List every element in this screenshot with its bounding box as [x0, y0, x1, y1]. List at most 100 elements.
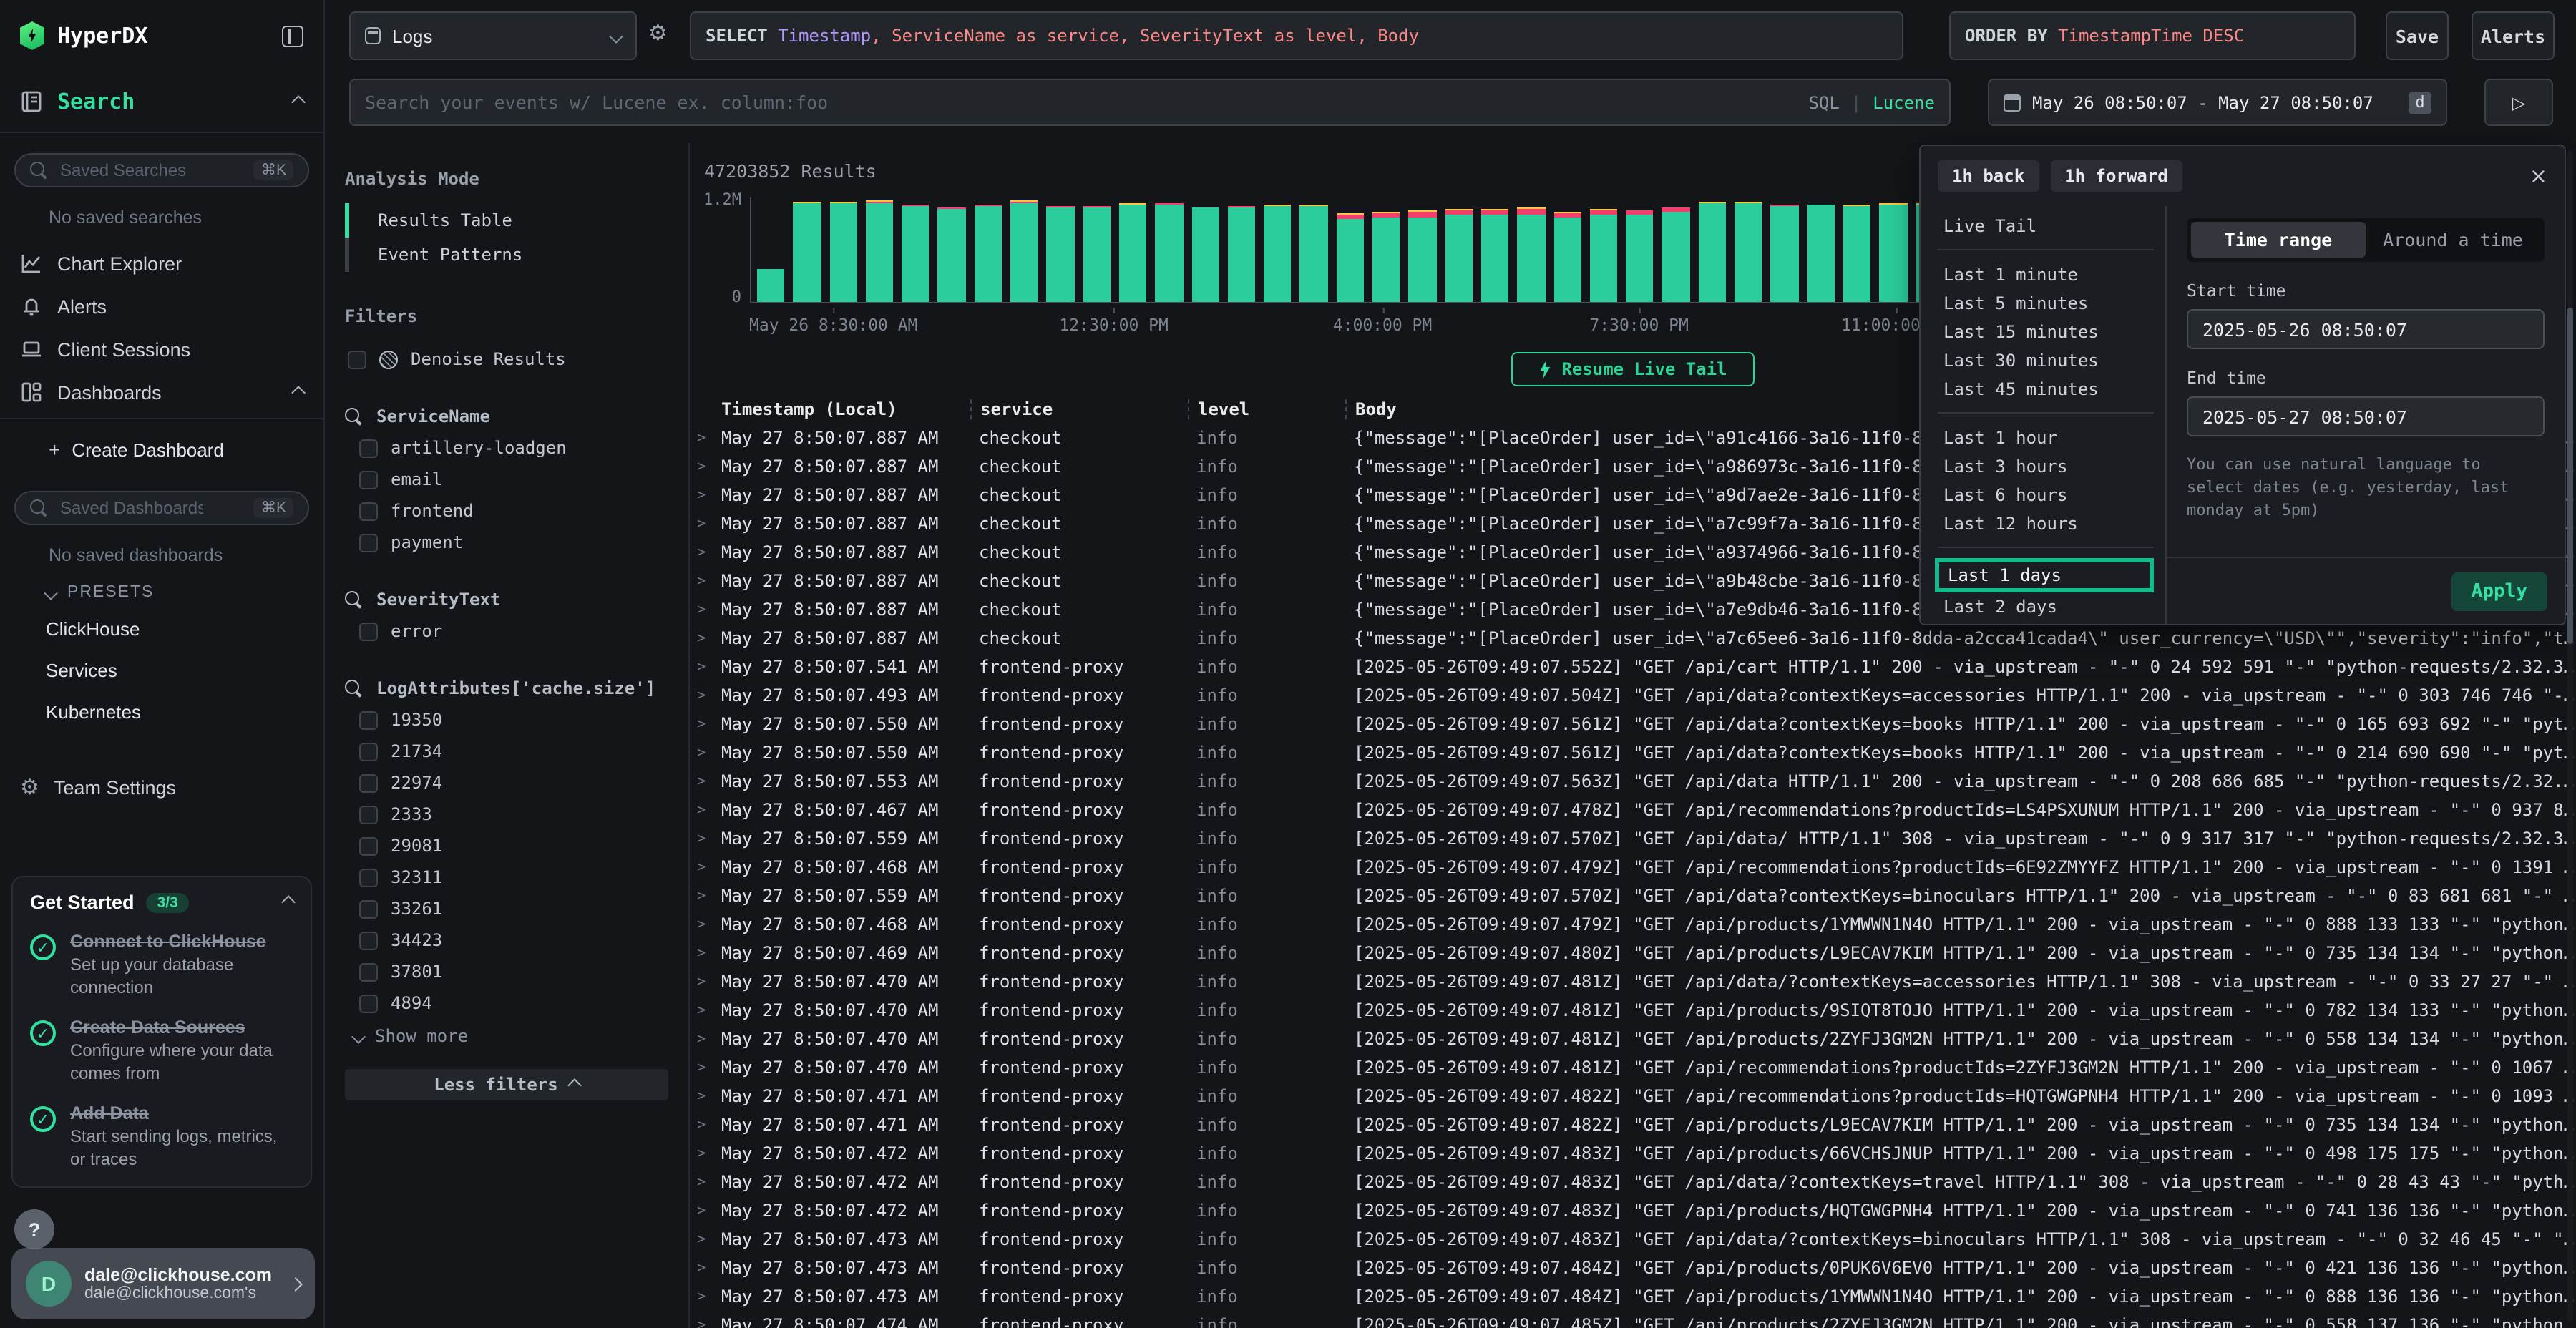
- presets-toggle[interactable]: PRESETS: [0, 571, 323, 608]
- expand-row-icon[interactable]: >: [690, 602, 713, 617]
- mode-results-table[interactable]: Results Table: [345, 203, 668, 238]
- filter-value[interactable]: 22974: [345, 767, 668, 799]
- expand-row-icon[interactable]: >: [690, 745, 713, 761]
- table-row[interactable]: > May 27 8:50:07.471 AM frontend-proxy i…: [690, 1110, 2576, 1139]
- expand-row-icon[interactable]: >: [690, 1317, 713, 1328]
- table-row[interactable]: > May 27 8:50:07.473 AM frontend-proxy i…: [690, 1254, 2576, 1282]
- expand-row-icon[interactable]: >: [690, 1060, 713, 1075]
- collapse-sidebar-icon[interactable]: [282, 25, 303, 47]
- show-more-button[interactable]: Show more: [345, 1019, 668, 1046]
- time-option[interactable]: Last 12 hours: [1938, 509, 2154, 548]
- histogram-bar[interactable]: [866, 197, 894, 302]
- chevron-up-icon[interactable]: [281, 895, 296, 909]
- alerts-button[interactable]: Alerts: [2472, 11, 2555, 60]
- checkbox-icon[interactable]: [359, 742, 378, 761]
- checkbox-icon[interactable]: [359, 711, 378, 729]
- expand-row-icon[interactable]: >: [690, 630, 713, 646]
- time-option[interactable]: Last 1 days: [1935, 558, 2154, 592]
- histogram-bar[interactable]: [902, 197, 930, 302]
- expand-row-icon[interactable]: >: [690, 459, 713, 474]
- filter-value[interactable]: email: [345, 464, 668, 495]
- histogram-bar[interactable]: [1879, 197, 1907, 302]
- col-level[interactable]: level: [1188, 399, 1345, 419]
- filter-value[interactable]: 32311: [345, 861, 668, 893]
- checkbox-icon[interactable]: [359, 899, 378, 918]
- filter-value[interactable]: 4894: [345, 987, 668, 1019]
- histogram-bar[interactable]: [975, 197, 1002, 302]
- table-row[interactable]: > May 27 8:50:07.887 AM checkout info {"…: [690, 624, 2576, 653]
- histogram-bar[interactable]: [1771, 197, 1799, 302]
- run-query-button[interactable]: ▷: [2484, 79, 2553, 126]
- table-row[interactable]: > May 27 8:50:07.553 AM frontend-proxy i…: [690, 767, 2576, 796]
- saved-searches-field[interactable]: [60, 160, 203, 180]
- histogram-plot[interactable]: [750, 197, 1943, 303]
- filter-value[interactable]: 34423: [345, 924, 668, 956]
- expand-row-icon[interactable]: >: [690, 859, 713, 875]
- table-row[interactable]: > May 27 8:50:07.559 AM frontend-proxy i…: [690, 824, 2576, 853]
- expand-row-icon[interactable]: >: [690, 1146, 713, 1161]
- checkbox-icon[interactable]: [359, 962, 378, 981]
- histogram-bar[interactable]: [1047, 197, 1075, 302]
- filter-value[interactable]: 37801: [345, 956, 668, 987]
- time-option[interactable]: Last 6 hours: [1938, 481, 2154, 509]
- chevron-up-icon[interactable]: [291, 94, 306, 109]
- filter-value[interactable]: 33261: [345, 893, 668, 924]
- tab-around-a-time[interactable]: Around a time: [2366, 222, 2540, 258]
- histogram-bar[interactable]: [1156, 197, 1184, 302]
- start-time-input[interactable]: 2025-05-26 08:50:07: [2187, 309, 2545, 349]
- event-search-bar[interactable]: SQL | Lucene: [349, 79, 1951, 126]
- table-row[interactable]: > May 27 8:50:07.472 AM frontend-proxy i…: [690, 1139, 2576, 1168]
- source-selector[interactable]: Logs: [349, 11, 637, 60]
- sidebar-item-search[interactable]: Search: [0, 72, 323, 133]
- histogram-bar[interactable]: [1626, 197, 1654, 302]
- expand-row-icon[interactable]: >: [690, 1260, 713, 1276]
- histogram-bar[interactable]: [1481, 197, 1509, 302]
- saved-searches-input[interactable]: ⌘K: [14, 153, 309, 187]
- expand-row-icon[interactable]: >: [690, 974, 713, 990]
- sidebar-item-client-sessions[interactable]: Client Sessions: [0, 328, 323, 371]
- table-row[interactable]: > May 27 8:50:07.469 AM frontend-proxy i…: [690, 939, 2576, 967]
- histogram-bar[interactable]: [1517, 197, 1545, 302]
- help-button[interactable]: ?: [14, 1209, 54, 1249]
- table-row[interactable]: > May 27 8:50:07.468 AM frontend-proxy i…: [690, 910, 2576, 939]
- get-started-item[interactable]: ✓ Connect to ClickHouse Set up your data…: [30, 932, 293, 999]
- table-row[interactable]: > May 27 8:50:07.550 AM frontend-proxy i…: [690, 710, 2576, 738]
- chevron-up-icon[interactable]: [291, 385, 306, 399]
- table-row[interactable]: > May 27 8:50:07.474 AM frontend-proxy i…: [690, 1311, 2576, 1328]
- histogram-bar[interactable]: [794, 197, 821, 302]
- logo[interactable]: HyperDX: [0, 0, 323, 72]
- search-icon[interactable]: [345, 679, 364, 698]
- 1h-forward-button[interactable]: 1h forward: [2050, 160, 2182, 192]
- table-row[interactable]: > May 27 8:50:07.467 AM frontend-proxy i…: [690, 796, 2576, 824]
- saved-dashboards-input[interactable]: ⌘K: [14, 491, 309, 525]
- expand-row-icon[interactable]: >: [690, 917, 713, 932]
- histogram-bar[interactable]: [757, 197, 785, 302]
- sql-mode-toggle[interactable]: SQL: [1808, 92, 1839, 112]
- checkbox-icon[interactable]: [359, 868, 378, 887]
- resume-live-tail-button[interactable]: Resume Live Tail: [1511, 352, 1755, 386]
- table-row[interactable]: > May 27 8:50:07.559 AM frontend-proxy i…: [690, 882, 2576, 910]
- table-row[interactable]: > May 27 8:50:07.473 AM frontend-proxy i…: [690, 1282, 2576, 1311]
- histogram-bar[interactable]: [1807, 197, 1835, 302]
- histogram-bar[interactable]: [1698, 197, 1726, 302]
- expand-row-icon[interactable]: >: [690, 802, 713, 818]
- get-started-item[interactable]: ✓ Create Data Sources Configure where yo…: [30, 1017, 293, 1085]
- less-filters-button[interactable]: Less filters: [345, 1069, 668, 1100]
- table-row[interactable]: > May 27 8:50:07.472 AM frontend-proxy i…: [690, 1168, 2576, 1196]
- table-row[interactable]: > May 27 8:50:07.470 AM frontend-proxy i…: [690, 1053, 2576, 1082]
- table-row[interactable]: > May 27 8:50:07.470 AM frontend-proxy i…: [690, 1025, 2576, 1053]
- sidebar-item-chart-explorer[interactable]: Chart Explorer: [0, 242, 323, 285]
- filter-value[interactable]: frontend: [345, 495, 668, 527]
- end-time-input[interactable]: 2025-05-27 08:50:07: [2187, 396, 2545, 436]
- expand-row-icon[interactable]: >: [690, 773, 713, 789]
- expand-row-icon[interactable]: >: [690, 1117, 713, 1133]
- sidebar-item-dashboards[interactable]: Dashboards: [0, 371, 323, 419]
- expand-row-icon[interactable]: >: [690, 1174, 713, 1190]
- expand-row-icon[interactable]: >: [690, 573, 713, 589]
- time-option[interactable]: Last 5 minutes: [1938, 289, 2154, 318]
- histogram-bar[interactable]: [1300, 197, 1328, 302]
- expand-row-icon[interactable]: >: [690, 1031, 713, 1047]
- checkbox-icon[interactable]: [359, 533, 378, 552]
- user-menu[interactable]: D dale@clickhouse.com dale@clickhouse.co…: [11, 1248, 315, 1319]
- expand-row-icon[interactable]: >: [690, 516, 713, 532]
